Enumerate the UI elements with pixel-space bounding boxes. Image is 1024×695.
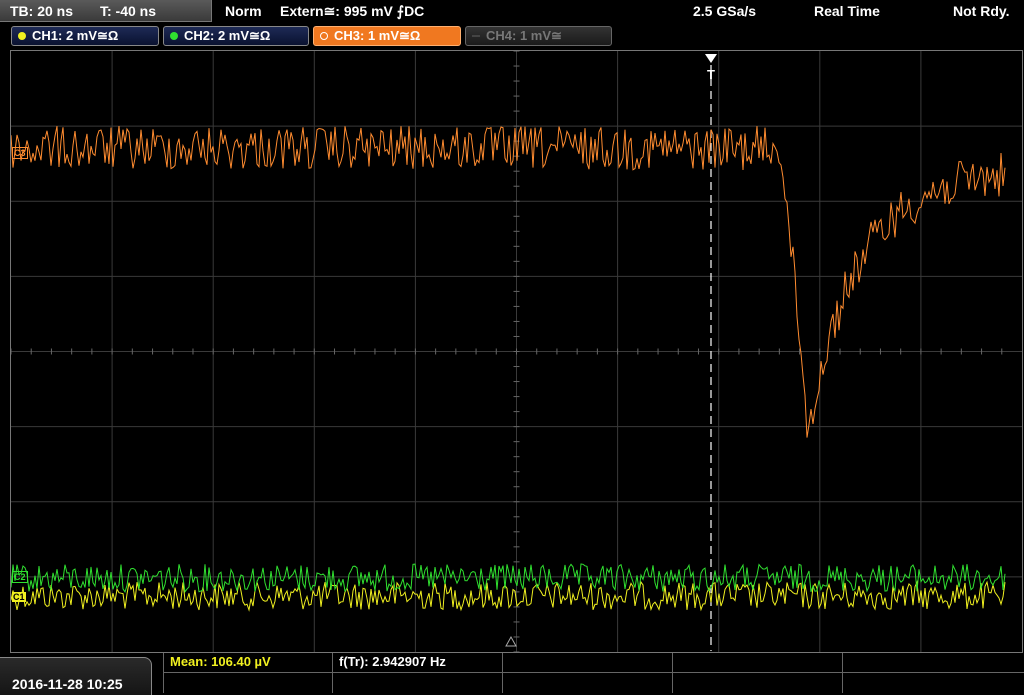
channel-bar: CH1: 2 mV≅Ω CH2: 2 mV≅Ω CH3: 1 mV≅Ω CH4:…	[0, 26, 1024, 48]
sample-rate: 2.5 GSa/s	[693, 3, 757, 19]
trigger-settings[interactable]: Extern≅: 995 mV ⨍DC	[280, 0, 424, 22]
acquisition-type: Real Time	[814, 3, 880, 19]
measurement-slot-8[interactable]	[503, 673, 673, 693]
measurement-slot-3[interactable]	[503, 653, 673, 673]
time-reference-icon	[505, 635, 517, 647]
timebase-value: TB: 20 ns	[10, 3, 74, 19]
channel-2-button[interactable]: CH2: 2 mV≅Ω	[163, 26, 309, 46]
channel-4-label: CH4: 1 mV≅	[486, 28, 562, 43]
channel-2-offset-marker[interactable]: C2	[12, 571, 28, 583]
status-bar: TB: 20 ns T: -40 ns Norm Extern≅: 995 mV…	[0, 0, 1024, 24]
channel-1-indicator-icon	[18, 32, 26, 40]
waveform-display[interactable]: T C3 C2 C1	[10, 50, 1023, 653]
channel-3-label: CH3: 1 mV≅Ω	[334, 28, 421, 43]
channel-3-indicator-icon	[320, 32, 328, 40]
measurement-slot-7[interactable]	[333, 673, 503, 693]
channel-4-button[interactable]: CH4: 1 mV≅	[465, 26, 612, 46]
date-time-display: 2016-11-28 10:25	[0, 657, 152, 695]
channel-3-waveform	[10, 126, 1006, 438]
time-offset-value: T: -40 ns	[100, 3, 157, 19]
channel-1-button[interactable]: CH1: 2 mV≅Ω	[11, 26, 159, 46]
measurement-table: Mean: 106.40 µV f(Tr): 2.942907 Hz	[163, 653, 1024, 695]
channel-3-offset-marker[interactable]: C3	[12, 147, 28, 159]
trigger-position-icon[interactable]	[705, 54, 717, 63]
channel-3-button[interactable]: CH3: 1 mV≅Ω	[313, 26, 461, 46]
channel-1-offset-marker[interactable]: C1	[12, 592, 26, 602]
channel-4-indicator-icon	[472, 35, 480, 37]
footer-bar: 2016-11-28 10:25 Mean: 106.40 µV f(Tr): …	[0, 653, 1024, 695]
measurement-frequency[interactable]: f(Tr): 2.942907 Hz	[333, 653, 503, 673]
channel-1-waveform	[10, 580, 1006, 612]
waveform-canvas: T	[10, 50, 1022, 653]
trigger-marker-label: T	[707, 67, 715, 82]
measurement-mean[interactable]: Mean: 106.40 µV	[163, 653, 333, 673]
measurement-slot-4[interactable]	[673, 653, 843, 673]
channel-2-label: CH2: 2 mV≅Ω	[184, 28, 271, 43]
measurement-slot-9[interactable]	[673, 673, 843, 693]
measurement-slot-10[interactable]	[843, 673, 1024, 693]
channel-2-indicator-icon	[170, 32, 178, 40]
measurement-slot-6[interactable]	[163, 673, 333, 693]
run-status: Not Rdy.	[953, 3, 1010, 19]
acquisition-mode[interactable]: Norm	[225, 0, 262, 22]
timebase-panel[interactable]: TB: 20 ns T: -40 ns	[0, 0, 212, 22]
channel-1-label: CH1: 2 mV≅Ω	[32, 28, 119, 43]
measurement-slot-5[interactable]	[843, 653, 1024, 673]
